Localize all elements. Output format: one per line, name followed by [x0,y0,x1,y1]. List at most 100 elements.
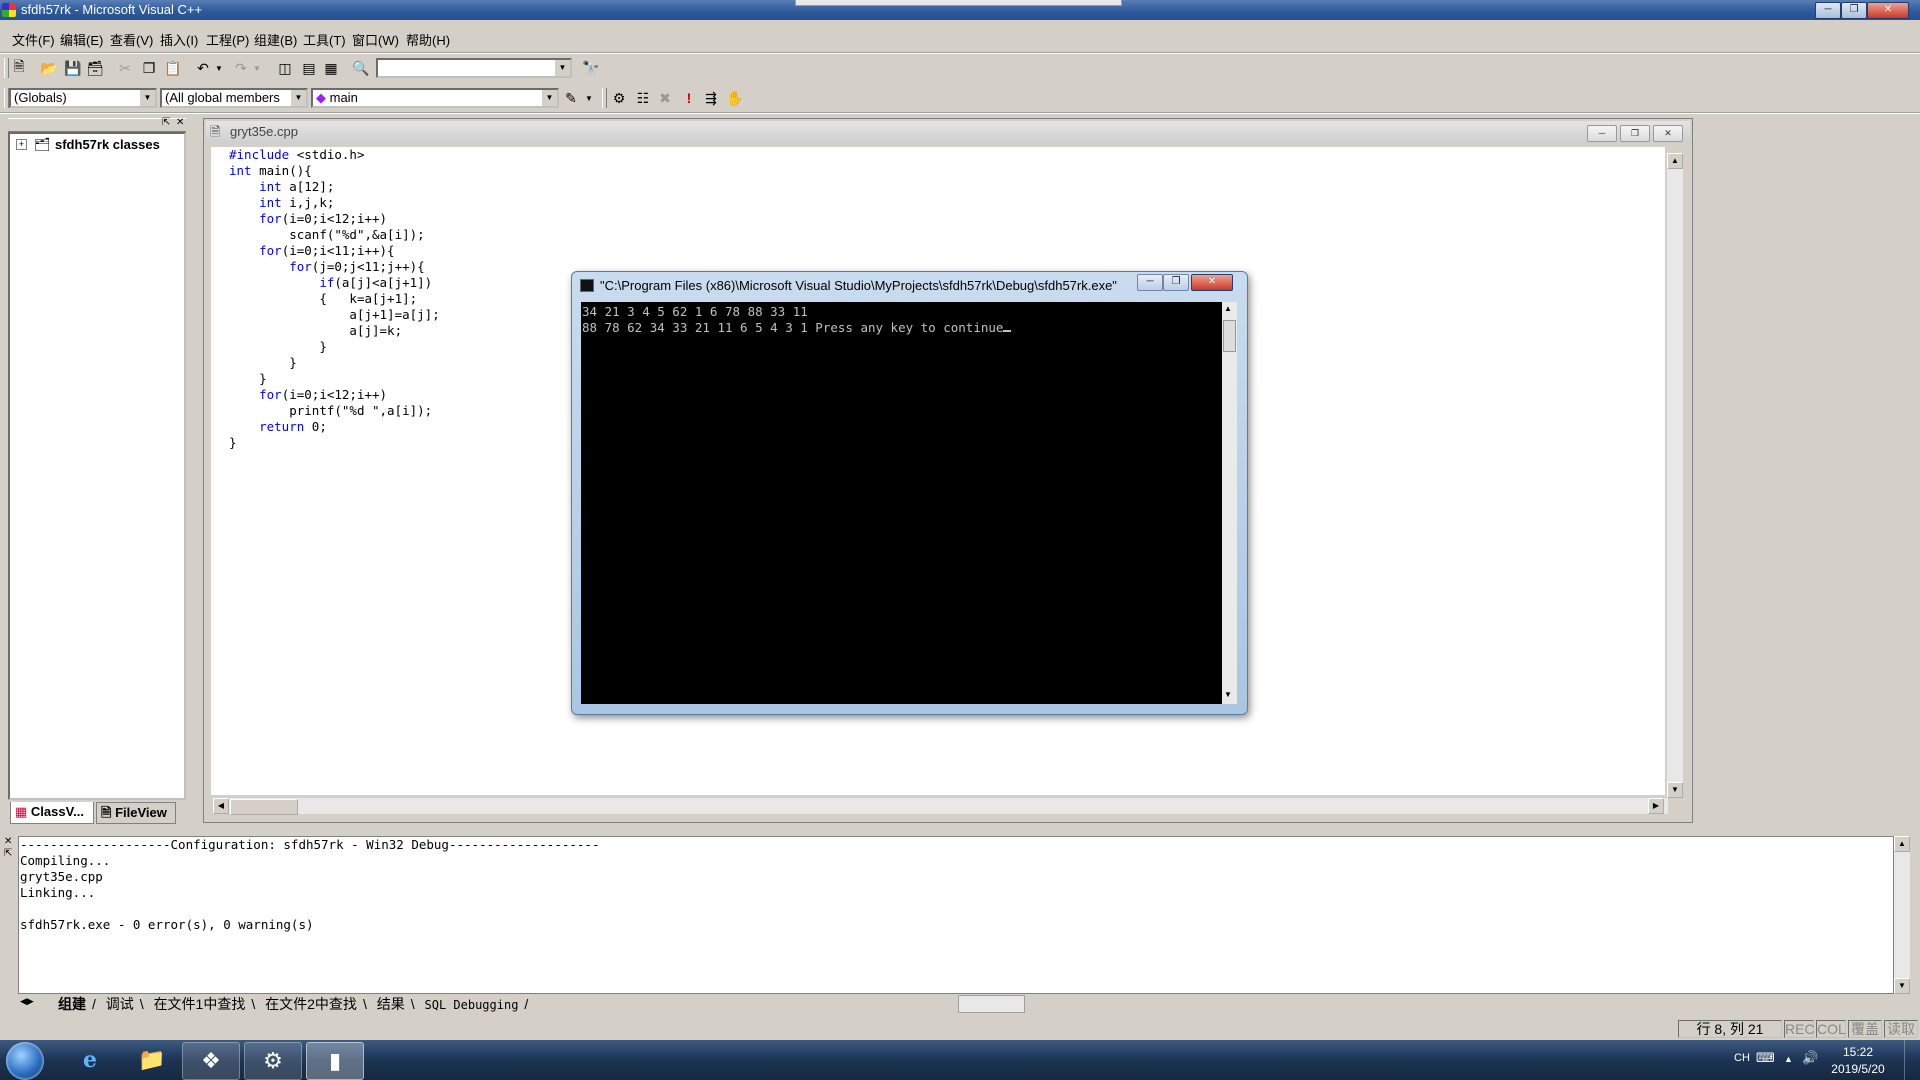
editor-close-button[interactable]: ✕ [1653,125,1683,142]
window-list-icon[interactable]: ▦ [320,57,342,79]
find-combo-arrow-icon[interactable]: ▼ [554,60,570,76]
code-line: scanf("%d",&a[i]); [229,227,440,243]
console-output-area[interactable] [581,302,1222,704]
paste-icon[interactable]: 📋 [162,57,184,79]
output-line: gryt35e.cpp [20,869,103,884]
code-text: } [289,355,297,370]
editor-vertical-scrollbar[interactable] [1667,153,1683,798]
output-window-icon[interactable]: ▤ [298,57,320,79]
open-folder-icon[interactable]: 📂 [38,57,60,79]
tab-sql-debugging[interactable]: SQL Debugging [419,998,525,1012]
compile-icon[interactable]: ⚙ [608,87,630,109]
tray-expand-icon[interactable]: ▲ [1784,1054,1793,1064]
stop-build-icon[interactable]: ✖ [654,87,676,109]
tray-language[interactable]: CH [1734,1052,1750,1064]
menu-view[interactable]: 查看(V) [110,30,153,49]
menu-file[interactable]: 文件(F) [12,30,55,49]
show-desktop-button[interactable] [1904,1040,1920,1080]
maximize-button[interactable]: ❐ [1841,2,1867,19]
tree-expand-icon[interactable]: + [16,139,27,150]
tree-root-label[interactable]: sfdh57rk classes [55,137,160,152]
menu-project[interactable]: 工程(P) [206,30,249,49]
scope-combo[interactable]: (Globals) ▼ [9,88,157,108]
visual-cpp-taskbar-icon[interactable]: ⚙ [244,1042,302,1080]
tab-fileview[interactable]: 🗎 FileView [96,802,176,824]
console-scroll-down-icon[interactable]: ▼ [1224,690,1232,699]
volume-icon[interactable]: 🔊 [1802,1050,1818,1066]
console-scrollbar[interactable] [1222,302,1237,704]
find-in-files-icon[interactable]: 🔍 [350,57,372,79]
minimize-button[interactable]: ─ [1815,2,1841,19]
output-close-icon[interactable]: ✕ [4,836,12,847]
new-file-icon[interactable]: 🗎 [8,57,30,79]
breakpoint-hand-icon[interactable]: ✋ [724,87,746,109]
code-keyword: for [259,387,282,402]
output-dock-icon[interactable]: ⇱ [4,848,12,859]
tab-classview[interactable]: ▦ ClassV... [10,802,94,824]
editor-minimize-button[interactable]: ─ [1587,125,1617,142]
save-all-icon[interactable]: 🗃 [84,57,106,79]
workspace-tree[interactable] [8,132,186,800]
binoculars-icon[interactable]: 🔭 [580,57,602,79]
member-combo-arrow-icon[interactable]: ▼ [541,90,557,106]
go-debug-icon[interactable]: ⇶ [700,87,722,109]
console-scroll-up-icon[interactable]: ▲ [1224,304,1232,313]
tab-find-in-files-1[interactable]: 在文件1中查找 [148,996,252,1012]
code-text: i,j,k; [281,195,335,210]
member-combo[interactable]: ◆ main ▼ [311,88,559,108]
menu-edit[interactable]: 编辑(E) [60,30,103,49]
find-combo[interactable]: ▼ [376,58,572,78]
output-scroll-down-icon[interactable]: ▼ [1894,978,1910,994]
tab-build[interactable]: 组建 [52,996,92,1012]
console-minimize-button[interactable]: ─ [1137,274,1163,291]
output-scroll-up-icon[interactable]: ▲ [1894,836,1910,852]
scope-combo-arrow-icon[interactable]: ▼ [139,90,155,106]
scroll-left-icon[interactable]: ◀ [213,798,229,814]
clock-date: 2019/5/20 [1831,1062,1885,1076]
cut-icon[interactable]: ✂ [114,57,136,79]
output-vertical-scrollbar[interactable] [1894,836,1910,994]
taskbar-clock[interactable]: 15:22 2019/5/20 [1818,1044,1898,1078]
editor-title-bar[interactable]: 🗎 gryt35e.cpp [206,121,1690,143]
console-maximize-button[interactable]: ❐ [1163,274,1189,291]
editor-horizontal-scrollbar[interactable] [213,798,1668,814]
internet-explorer-icon[interactable]: e [62,1042,118,1078]
scroll-up-icon[interactable]: ▲ [1667,153,1683,169]
editor-restore-button[interactable]: ❐ [1620,125,1650,142]
filter-combo[interactable]: (All global members ▼ [160,88,308,108]
start-button[interactable] [6,1042,44,1080]
execute-icon[interactable]: ! [678,87,700,109]
keyboard-icon[interactable]: ⌨ [1756,1050,1775,1066]
taskbar-app-icon[interactable]: ❖ [182,1042,240,1080]
tab-debug[interactable]: 调试 [100,996,140,1012]
workspace-dock-icon[interactable]: ⇱ [162,117,170,128]
menu-help[interactable]: 帮助(H) [406,30,450,49]
scroll-down-icon[interactable]: ▼ [1667,782,1683,798]
menu-window[interactable]: 窗口(W) [352,30,399,49]
close-button[interactable]: ✕ [1867,2,1909,19]
status-bar [0,1016,1920,1038]
filter-combo-arrow-icon[interactable]: ▼ [290,90,306,106]
horizontal-scroll-thumb[interactable] [230,799,298,815]
title-bar[interactable]: sfdh57rk - Microsoft Visual C++ ─ ❐ ✕ [0,0,1920,20]
file-explorer-icon[interactable]: 📁 [124,1042,180,1078]
workspace-icon[interactable]: ◫ [274,57,296,79]
build-icon[interactable]: ☷ [632,87,654,109]
copy-icon[interactable]: ❐ [138,57,160,79]
save-icon[interactable]: 💾 [62,57,84,79]
wizard-action-dropdown-icon[interactable]: ▼ [578,87,600,109]
menu-insert[interactable]: 插入(I) [160,30,198,49]
scroll-right-icon[interactable]: ▶ [1648,798,1664,814]
console-taskbar-icon[interactable]: ▮ [306,1042,364,1080]
tab-find-in-files-2[interactable]: 在文件2中查找 [259,996,363,1012]
output-horizontal-scrollbar[interactable] [958,995,1025,1013]
output-tab-scroll-icons[interactable]: ◀▶ [20,996,50,1010]
workspace-close-icon[interactable]: ✕ [176,117,184,128]
menu-tools[interactable]: 工具(T) [303,30,346,49]
console-close-button[interactable]: ✕ [1191,274,1233,291]
console-scroll-thumb[interactable] [1223,320,1236,352]
redo-dropdown-icon[interactable]: ▼ [246,57,268,79]
menu-build[interactable]: 组建(B) [254,30,297,49]
undo-dropdown-icon[interactable]: ▼ [208,57,230,79]
tab-results[interactable]: 结果 [371,996,411,1012]
